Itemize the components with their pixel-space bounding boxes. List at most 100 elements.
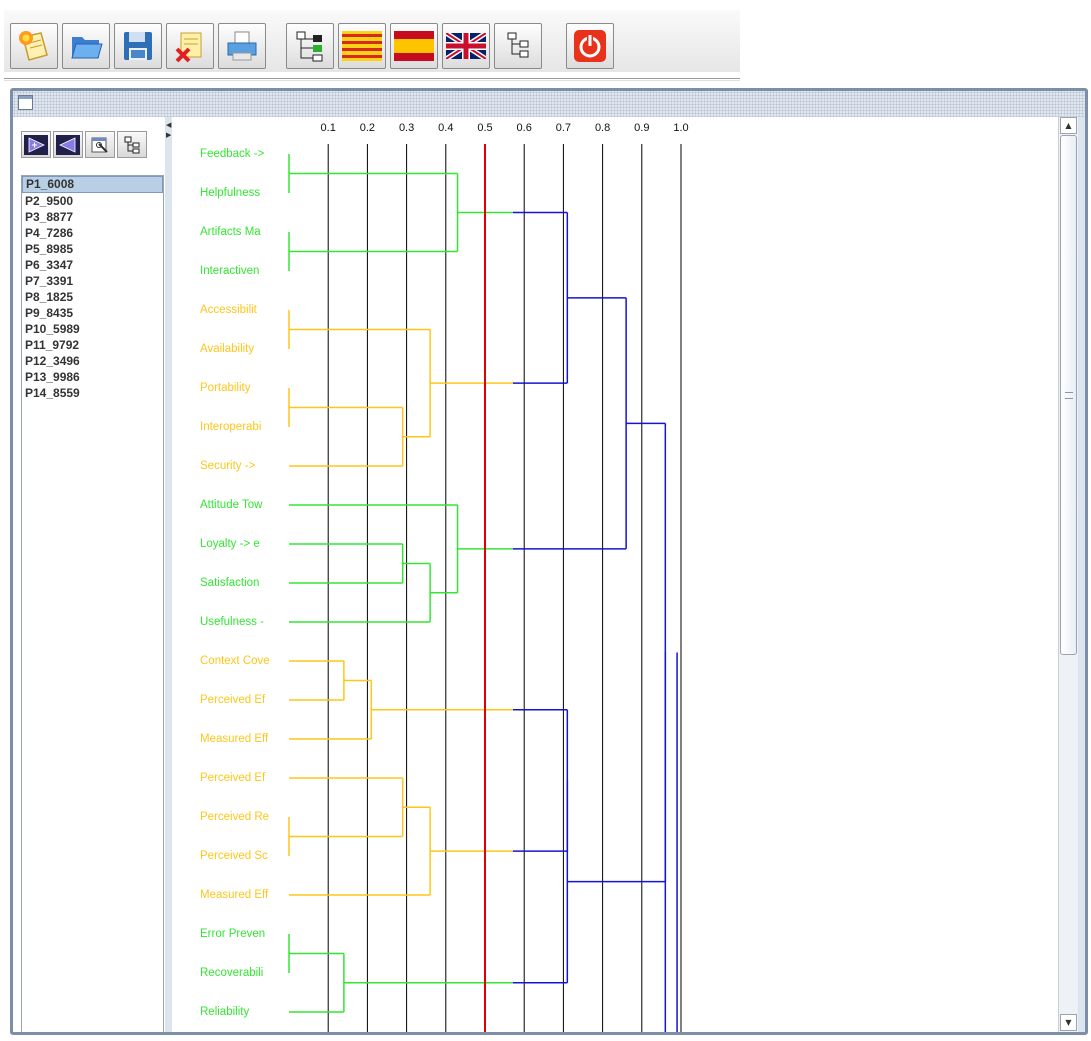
leaf-label: Helpfulness (200, 187, 260, 199)
vertical-scrollbar[interactable]: ▲ ▼ (1058, 117, 1078, 1032)
expand-button[interactable] (21, 131, 51, 158)
leaf-label: Recoverabili (200, 967, 263, 979)
toolbar-separator-light (4, 80, 740, 81)
dendrogram: 0.1 0.2 0.3 0.4 0.5 0.6 0.7 0.8 0.9 1.0 Feedback -… (200, 122, 689, 1032)
tick-label: 0.8 (595, 122, 610, 134)
purple-right-arrow-icon (24, 134, 48, 155)
spanish-flag-icon (394, 31, 434, 61)
leaf-label: Accessibilit (200, 304, 258, 316)
leaf-label: Measured Eff (200, 889, 269, 901)
split-pane-divider[interactable]: ◀ ▶ (165, 117, 171, 1032)
tree-icon (124, 136, 140, 153)
participant-item[interactable]: P12_3496 (22, 353, 163, 369)
leaf-label: Usefulness - (200, 616, 264, 628)
catalan-button[interactable] (338, 23, 386, 69)
left-panel: P1_6008 P2_9500 P3_8877 P4_7286 P5_8985 P6_33… (13, 117, 166, 1032)
tick-label: 0.9 (634, 122, 649, 134)
scroll-up-arrow-icon[interactable]: ▲ (1060, 117, 1077, 134)
cluster-merge (289, 172, 459, 253)
participant-item[interactable]: P4_7286 (22, 225, 163, 241)
cluster-merge (457, 297, 627, 550)
spanish-button[interactable] (390, 23, 438, 69)
participant-item[interactable]: P10_5989 (22, 321, 163, 337)
cluster-merge (430, 211, 569, 384)
scroll-down-arrow-icon[interactable]: ▼ (1060, 1014, 1077, 1031)
catalan-flag-icon (342, 31, 382, 61)
cluster-merge (289, 504, 459, 594)
tree-structure-icon (296, 31, 323, 62)
expand-right-arrow-icon[interactable]: ▶ (166, 131, 171, 139)
participant-item[interactable]: P2_9500 (22, 193, 163, 209)
participant-item[interactable]: P3_8877 (22, 209, 163, 225)
leaf-label: Reliability (200, 1006, 249, 1018)
window-icon[interactable] (18, 95, 33, 110)
hierarchy-icon (507, 32, 529, 58)
save-button[interactable] (114, 23, 162, 69)
cluster-merge (289, 562, 431, 623)
participant-item[interactable]: P14_8559 (22, 385, 163, 401)
tree-view-button[interactable] (286, 23, 334, 69)
toolbar (4, 10, 740, 72)
leaf-label: Security -> (200, 460, 256, 472)
new-project-icon (19, 31, 48, 61)
tick-label: 0.1 (321, 122, 336, 134)
leaf-label: Artifacts Ma (200, 226, 261, 238)
participant-item[interactable]: P8_1825 (22, 289, 163, 305)
cluster-merge (289, 679, 373, 740)
tick-label: 0.6 (517, 122, 532, 134)
collapse-left-arrow-icon[interactable]: ◀ (166, 121, 171, 129)
leaf-label: Satisfaction (200, 577, 259, 589)
window-top-strip (0, 0, 1091, 10)
participant-list[interactable]: P1_6008 P2_9500 P3_8877 P4_7286 P5_8985 P6_33… (21, 175, 164, 1032)
cluster-merge (289, 328, 431, 438)
close-project-icon (175, 32, 202, 63)
leaf-label: Measured Eff (200, 733, 269, 745)
cluster-merge (289, 806, 431, 896)
new-project-button[interactable] (10, 23, 58, 69)
participant-item[interactable]: P13_9986 (22, 369, 163, 385)
leaf-label: Feedback -> (200, 148, 265, 160)
tick-label: 0.7 (556, 122, 571, 134)
close-project-button[interactable] (166, 23, 214, 69)
open-button[interactable] (62, 23, 110, 69)
leaf-label: Availability (200, 343, 254, 355)
cluster-merge (289, 543, 404, 584)
floppy-disk-icon (124, 32, 152, 60)
printer-icon (227, 31, 257, 61)
participant-item[interactable]: P7_3391 (22, 273, 163, 289)
leaf-label: Interoperabi (200, 421, 261, 433)
frame-title-bar[interactable] (13, 91, 1085, 117)
folder-icon (71, 37, 103, 59)
purple-left-arrow-icon (56, 134, 80, 155)
tick-label: 0.2 (360, 122, 375, 134)
tick-label: 0.3 (399, 122, 414, 134)
leaf-label: Error Preven (200, 928, 265, 940)
internal-frame: P1_6008 P2_9500 P3_8877 P4_7286 P5_8985 P6_33… (10, 88, 1088, 1035)
participant-item[interactable]: P11_9792 (22, 337, 163, 353)
cluster-merge (567, 422, 667, 883)
hierarchy-button[interactable] (494, 23, 542, 69)
participant-item[interactable]: P1_6008 (22, 176, 163, 193)
properties-icon (91, 137, 108, 153)
leaf-label: Portability (200, 382, 251, 394)
english-button[interactable] (442, 23, 490, 69)
tick-label: 0.5 (477, 122, 492, 134)
cluster-merge (289, 952, 345, 1013)
leaf-label: Perceived Sc (200, 850, 268, 862)
properties-button[interactable] (85, 131, 115, 158)
participant-item[interactable]: P9_8435 (22, 305, 163, 321)
print-button[interactable] (218, 23, 266, 69)
leaf-label: Perceived Ef (200, 694, 266, 706)
toolbar-separator (4, 78, 740, 79)
scrollbar-thumb[interactable] (1060, 135, 1077, 655)
leaf-label: Perceived Re (200, 811, 269, 823)
participant-item[interactable]: P6_3347 (22, 257, 163, 273)
exit-button[interactable] (566, 23, 614, 69)
participant-item[interactable]: P5_8985 (22, 241, 163, 257)
cluster-merge (289, 660, 345, 701)
tick-label: 0.4 (438, 122, 453, 134)
leaf-label: Context Cove (200, 655, 270, 667)
collapse-button[interactable] (53, 131, 83, 158)
tree-button[interactable] (117, 131, 147, 158)
cluster-merge (343, 780, 569, 984)
